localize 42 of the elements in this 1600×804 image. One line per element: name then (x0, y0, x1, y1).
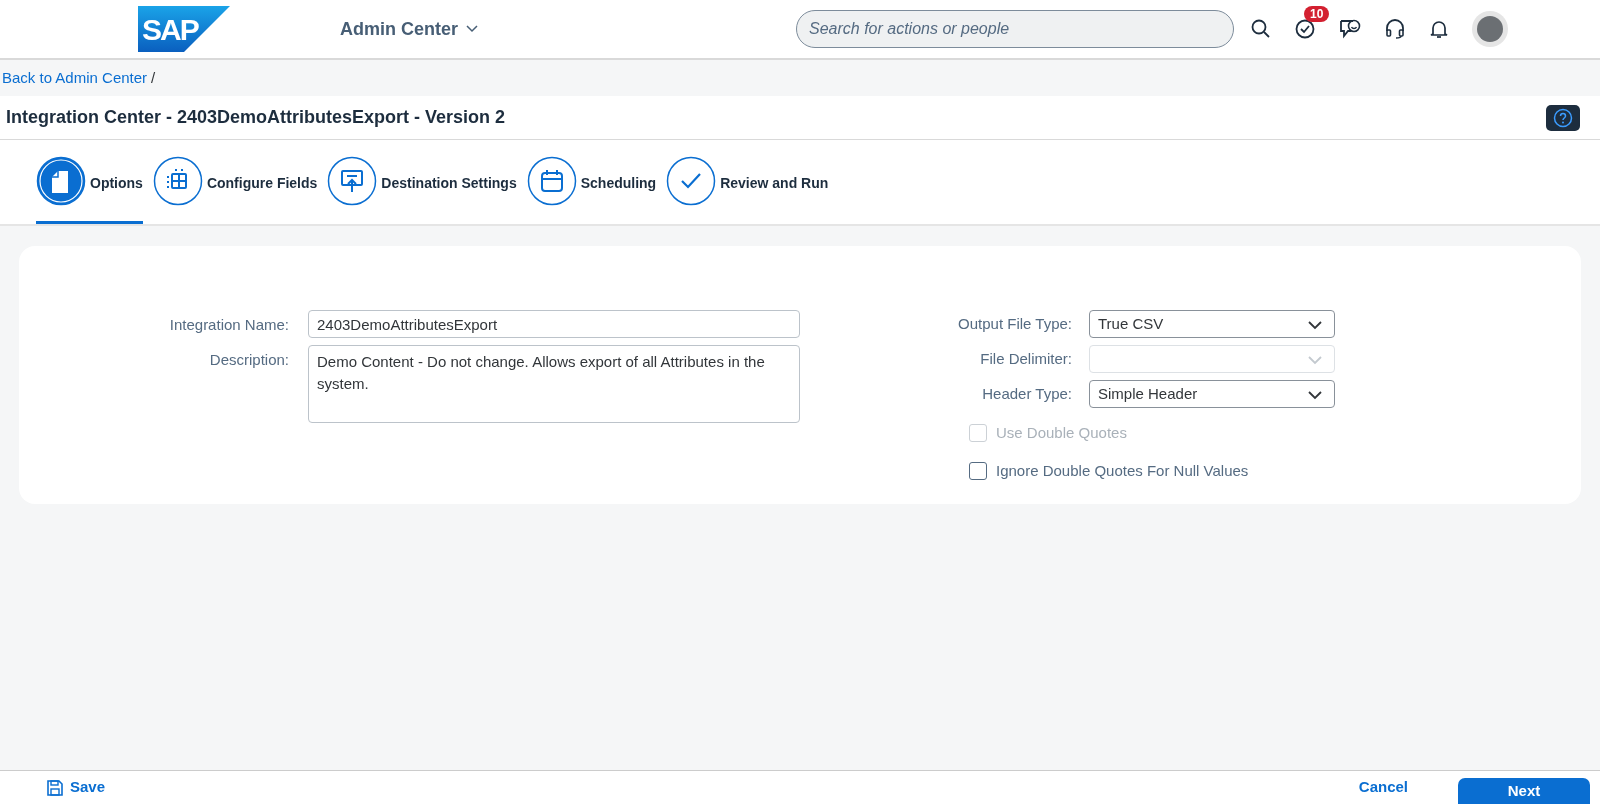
page-title: Integration Center - 2403DemoAttributesExport - Version 2 (6, 106, 506, 129)
grid-icon (152, 155, 203, 206)
wizard-step[interactable]: Review and Run (666, 140, 829, 224)
bell-icon[interactable] (1428, 18, 1450, 40)
help-button[interactable] (1546, 104, 1580, 131)
help-icon (1553, 107, 1573, 128)
user-avatar[interactable] (1472, 11, 1508, 47)
field-label: File Delimiter: (979, 348, 1072, 369)
wizard-step[interactable]: Destination Settings (327, 140, 517, 224)
dropdown-field[interactable]: Simple Header (1089, 380, 1335, 408)
field-label: Integration Name: (168, 315, 289, 335)
breadcrumb-link[interactable]: Back to Admin Center (2, 66, 148, 90)
chevron-down-icon (1308, 321, 1322, 330)
document-icon (36, 155, 86, 206)
search-icon[interactable] (1250, 18, 1272, 40)
cancel-button[interactable]: Cancel (1358, 776, 1408, 799)
description-field[interactable]: Demo Content - Do not change. Allows export of all Attributes in the system. (308, 345, 800, 423)
checkbox-option[interactable]: Ignore Double Quotes For Null Values (969, 459, 1335, 482)
breadcrumb-separator: / (151, 67, 156, 88)
notification-count-badge: 10 (1304, 6, 1330, 22)
field-label: Output File Type: (957, 313, 1072, 334)
save-button[interactable]: Save (46, 776, 106, 799)
chat-smiley-icon[interactable] (1338, 18, 1362, 40)
dropdown-field[interactable]: True CSV (1089, 310, 1335, 338)
field-label: Header Type: (981, 383, 1072, 404)
integration-name-field[interactable]: 2403DemoAttributesExport (308, 310, 800, 338)
app-title-menu[interactable]: Admin Center (340, 15, 478, 43)
wizard-step[interactable]: Configure Fields (152, 140, 318, 224)
next-button[interactable]: Next (1458, 777, 1590, 804)
chevron-down-icon (466, 25, 478, 33)
task-check-icon[interactable] (1294, 18, 1316, 40)
calendar-icon (526, 155, 577, 206)
chevron-down-icon (1308, 356, 1322, 365)
sap-logo: SAP (138, 6, 230, 52)
field-label: Description: (208, 350, 289, 370)
chevron-down-icon (1308, 391, 1322, 400)
search-field[interactable]: Search for actions or people (796, 10, 1234, 48)
wizard-step[interactable]: Options (36, 140, 143, 224)
headset-icon[interactable] (1384, 18, 1406, 40)
checkmark-icon (666, 155, 717, 206)
wizard-step[interactable]: Scheduling (526, 140, 657, 224)
upload-icon (327, 155, 378, 206)
